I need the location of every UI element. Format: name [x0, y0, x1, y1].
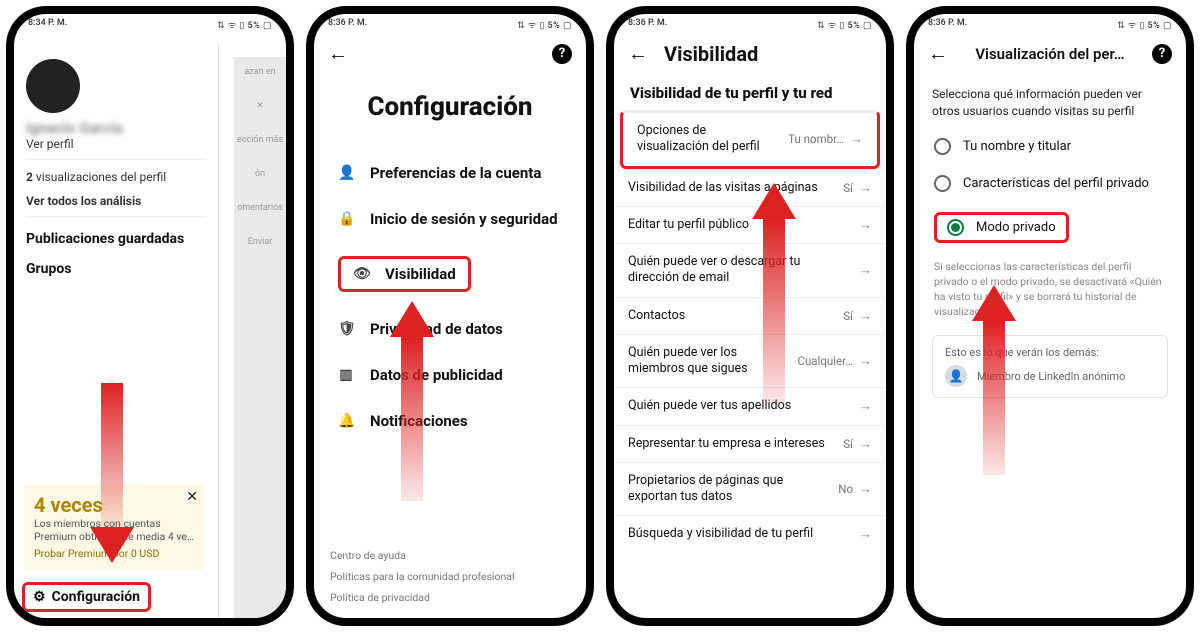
status-bar: 8:36 P. M. ⇅ ᯤ ▯ 5% ▢	[314, 14, 586, 33]
chevron-right-icon: →	[859, 180, 872, 196]
row-following[interactable]: Quién puede ver los miembros que sigues …	[614, 334, 886, 388]
privacy-note: Si seleccionas las características del p…	[914, 253, 1186, 326]
settings-item-account[interactable]: 👤 Preferencias de la cuenta	[338, 150, 562, 196]
row-page-visits[interactable]: Visibilidad de las visitas a páginas Sí …	[614, 169, 886, 206]
phone-2: 8:36 P. M. ⇅ ᯤ ▯ 5% ▢ ← ? Configuración …	[306, 6, 594, 626]
footer-policies[interactable]: Políticas para la comunidad profesional	[330, 566, 570, 587]
status-bar: 8:34 P. M. ⇅ ᯤ ▯ 5% ▢	[14, 14, 286, 33]
settings-button[interactable]: ⚙ Configuración	[22, 582, 151, 612]
chevron-right-icon: →	[859, 308, 872, 324]
page-title: Visibilidad	[664, 42, 758, 66]
row-export[interactable]: Propietarios de páginas que exportan tus…	[614, 462, 886, 516]
status-right: ⇅ ᯤ ▯ 5% ▢	[1117, 18, 1172, 31]
back-icon[interactable]: ←	[628, 41, 648, 66]
page-title: Configuración	[314, 92, 586, 122]
avatar-icon: 👤	[945, 365, 967, 387]
section-title: Visibilidad de tu perfil y tu red	[614, 74, 886, 110]
lock-icon: 🔒	[338, 211, 354, 227]
row-company[interactable]: Representar tu empresa e intereses Sí →	[614, 425, 886, 462]
background-feed: azan en ✕ ección más ón omentarios Envia…	[234, 57, 286, 618]
premium-upsell[interactable]: ✕ 4 veces Los miembros con cuentas Premi…	[24, 483, 204, 570]
preview-text: Miembro de LinkedIn anónimo	[977, 370, 1125, 383]
page-title: Visualización del per…	[975, 45, 1124, 63]
phone-4: 8:36 P. M. ⇅ ᯤ ▯ 5% ▢ ← Visualización de…	[906, 6, 1194, 626]
row-contacts[interactable]: Contactos Sí →	[614, 297, 886, 334]
settings-label: Configuración	[52, 589, 140, 605]
eye-icon: 👁	[353, 266, 369, 282]
person-icon: 👤	[338, 165, 354, 181]
status-bar: 8:36 P. M. ⇅ ᯤ ▯ 5% ▢	[914, 14, 1186, 33]
groups-link[interactable]: Grupos	[26, 261, 206, 277]
preview-label: Esto es lo que verán los demás:	[945, 346, 1155, 359]
row-profile-viewing[interactable]: Opciones de visualización del perfil Tu …	[620, 110, 880, 169]
radio-selected-icon	[947, 219, 964, 236]
option-private-characteristics[interactable]: Características del perfil privado	[914, 165, 1186, 202]
avatar[interactable]	[26, 59, 80, 113]
chevron-right-icon: →	[850, 131, 863, 147]
status-bar: 8:36 P. M. ⇅ ᯤ ▯ 5% ▢	[614, 14, 886, 33]
help-icon[interactable]: ?	[1152, 44, 1172, 64]
chevron-right-icon: →	[859, 526, 872, 542]
view-profile-link[interactable]: Ver perfil	[26, 137, 206, 151]
user-name: Ignacio García	[26, 119, 206, 137]
header: ← Visibilidad	[614, 33, 886, 74]
radio-icon	[934, 138, 951, 155]
analytics-link[interactable]: Ver todos los análisis	[26, 194, 206, 208]
chevron-right-icon: →	[859, 481, 872, 497]
phone-3: 8:36 P. M. ⇅ ᯤ ▯ 5% ▢ ← Visibilidad Visi…	[606, 6, 894, 626]
status-time: 8:36 P. M.	[328, 18, 367, 31]
status-time: 8:36 P. M.	[628, 18, 667, 31]
status-right: ⇅ ᯤ ▯ 5% ▢	[217, 18, 272, 31]
back-icon[interactable]: ←	[928, 41, 948, 66]
shield-icon: 🛡	[338, 321, 354, 337]
preview-box: Esto es lo que verán los demás: 👤 Miembr…	[932, 335, 1168, 398]
option-private-mode[interactable]: Modo privado	[914, 202, 1186, 253]
chevron-right-icon: →	[859, 436, 872, 452]
premium-cta[interactable]: Probar Premium por 0 USD	[34, 547, 194, 560]
saved-posts[interactable]: Publicaciones guardadas	[26, 231, 206, 247]
chevron-right-icon: →	[859, 398, 872, 414]
settings-item-ads[interactable]: ▥ Datos de publicidad	[338, 352, 562, 398]
row-email[interactable]: Quién puede ver o descargar tu dirección…	[614, 243, 886, 297]
row-search[interactable]: Búsqueda y visibilidad de tu perfil →	[614, 515, 886, 552]
settings-item-notifications[interactable]: 🔔 Notificaciones	[338, 398, 562, 444]
close-icon[interactable]: ✕	[186, 489, 198, 505]
status-time: 8:34 P. M.	[28, 18, 67, 31]
section-description: Selecciona qué información pueden ver ot…	[914, 74, 1186, 128]
option-name-headline[interactable]: Tu nombre y titular	[914, 128, 1186, 165]
header: ← ?	[314, 33, 586, 74]
premium-headline: 4 veces	[34, 493, 194, 517]
radio-icon	[934, 175, 951, 192]
footer-privacy[interactable]: Política de privacidad	[330, 587, 570, 608]
chevron-right-icon: →	[859, 262, 872, 278]
gear-icon: ⚙	[33, 589, 46, 605]
back-icon[interactable]: ←	[328, 41, 348, 66]
help-icon[interactable]: ?	[552, 44, 572, 64]
row-lastname[interactable]: Quién puede ver tus apellidos →	[614, 387, 886, 424]
chevron-right-icon: →	[859, 353, 872, 369]
settings-item-visibility[interactable]: 👁 Visibilidad	[338, 242, 562, 306]
status-right: ⇅ ᯤ ▯ 5% ▢	[517, 18, 572, 31]
nav-drawer: Ignacio García Ver perfil 2 visualizacio…	[14, 45, 219, 618]
row-public-profile[interactable]: Editar tu perfil público →	[614, 206, 886, 243]
settings-item-signin[interactable]: 🔒 Inicio de sesión y seguridad	[338, 196, 562, 242]
bell-icon: 🔔	[338, 413, 354, 429]
premium-body: Los miembros con cuentas Premium obtiene…	[34, 517, 194, 543]
status-right: ⇅ ᯤ ▯ 5% ▢	[817, 18, 872, 31]
profile-views[interactable]: 2 visualizaciones del perfil	[26, 170, 206, 184]
chevron-right-icon: →	[859, 217, 872, 233]
settings-item-privacy[interactable]: 🛡 Privacidad de datos	[338, 306, 562, 352]
phone-1: 8:34 P. M. ⇅ ᯤ ▯ 5% ▢ azan en ✕ ección m…	[6, 6, 294, 626]
footer-links: Centro de ayuda Políticas para la comuni…	[314, 539, 586, 614]
footer-help[interactable]: Centro de ayuda	[330, 545, 570, 566]
visibility-list: Opciones de visualización del perfil Tu …	[614, 110, 886, 553]
header: ← Visualización del per… ?	[914, 33, 1186, 74]
ads-icon: ▥	[338, 367, 354, 383]
status-time: 8:36 P. M.	[928, 18, 967, 31]
settings-list: 👤 Preferencias de la cuenta 🔒 Inicio de …	[314, 150, 586, 444]
